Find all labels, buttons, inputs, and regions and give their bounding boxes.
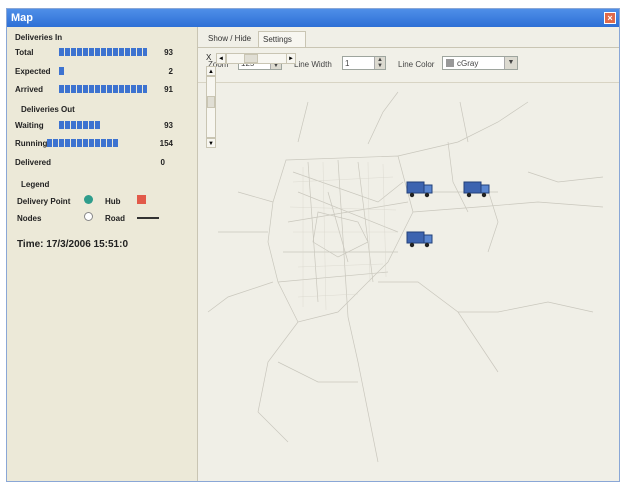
truck-icon[interactable] (463, 180, 491, 203)
total-bar (59, 48, 147, 56)
scroll-down-icon[interactable]: ▼ (206, 138, 216, 148)
line-color-dropdown[interactable]: cGray ▼ (442, 56, 518, 70)
deliveries-out-header: Deliveries Out (21, 105, 75, 114)
map-close-icon[interactable]: X (206, 53, 211, 62)
line-width-label: Line Width (294, 60, 332, 69)
tab-show-hide[interactable]: Show / Hide (204, 31, 264, 47)
scroll-left-icon[interactable]: ◄ (216, 53, 226, 64)
legend-road-label: Road (105, 214, 125, 223)
line-width-value: 1 (345, 59, 350, 68)
legend-nodes-label: Nodes (17, 214, 42, 223)
scroll-right-icon[interactable]: ► (286, 53, 296, 64)
legend-header: Legend (21, 180, 50, 189)
total-label: Total (15, 48, 34, 57)
window-title: Map (11, 12, 33, 24)
truck-icon[interactable] (406, 230, 434, 253)
total-value: 93 (164, 48, 173, 57)
map-panel: Show / Hide Settings Zoom 125 ▲▼ Line Wi… (198, 27, 619, 481)
line-color-label: Line Color (398, 60, 435, 69)
scroll-up-icon[interactable]: ▲ (206, 66, 216, 76)
delivered-value: 0 (160, 158, 165, 167)
arrived-label: Arrived (15, 85, 44, 94)
delivered-label: Delivered (15, 158, 52, 167)
running-value: 154 (159, 139, 173, 148)
horizontal-scroll-thumb[interactable] (244, 54, 258, 63)
stats-panel: Deliveries In Total 93 Expected 2 Arrive… (7, 27, 198, 481)
running-label: Running (15, 139, 48, 148)
tab-settings[interactable]: Settings (258, 31, 306, 47)
waiting-label: Waiting (15, 121, 44, 130)
waiting-bar (59, 121, 101, 129)
map-window: Map × Deliveries In Total 93 Expected 2 … (6, 8, 620, 482)
close-icon[interactable]: × (604, 12, 616, 24)
chevron-down-icon[interactable]: ▼ (504, 57, 517, 69)
time-display: Time: 17/3/2006 15:51:0 (17, 239, 129, 250)
color-swatch (446, 59, 454, 67)
legend-delivery-point-label: Delivery Point (17, 197, 71, 206)
waiting-value: 93 (164, 121, 173, 130)
map-canvas[interactable]: X ◄ ► ▲ ▼ (198, 53, 619, 481)
deliveries-in-header: Deliveries In (15, 33, 63, 42)
legend-hub-label: Hub (105, 197, 121, 206)
road-line-icon (137, 217, 159, 219)
spin-arrows-icon[interactable]: ▲▼ (374, 57, 385, 69)
road-network (207, 91, 604, 463)
expected-value: 2 (168, 67, 173, 76)
running-bar (47, 139, 119, 147)
line-color-value: cGray (457, 59, 479, 68)
hub-icon (137, 195, 146, 204)
node-icon (84, 212, 93, 221)
line-width-spinner[interactable]: 1 ▲ ▼ (342, 56, 386, 70)
title-bar: Map × (7, 9, 619, 27)
delivery-point-icon (84, 195, 93, 204)
arrived-value: 91 (164, 85, 173, 94)
expected-bar (59, 67, 65, 75)
expected-label: Expected (15, 67, 51, 76)
arrived-bar (59, 85, 147, 93)
truck-icon[interactable] (406, 180, 434, 203)
vertical-scroll-thumb[interactable] (207, 96, 215, 108)
